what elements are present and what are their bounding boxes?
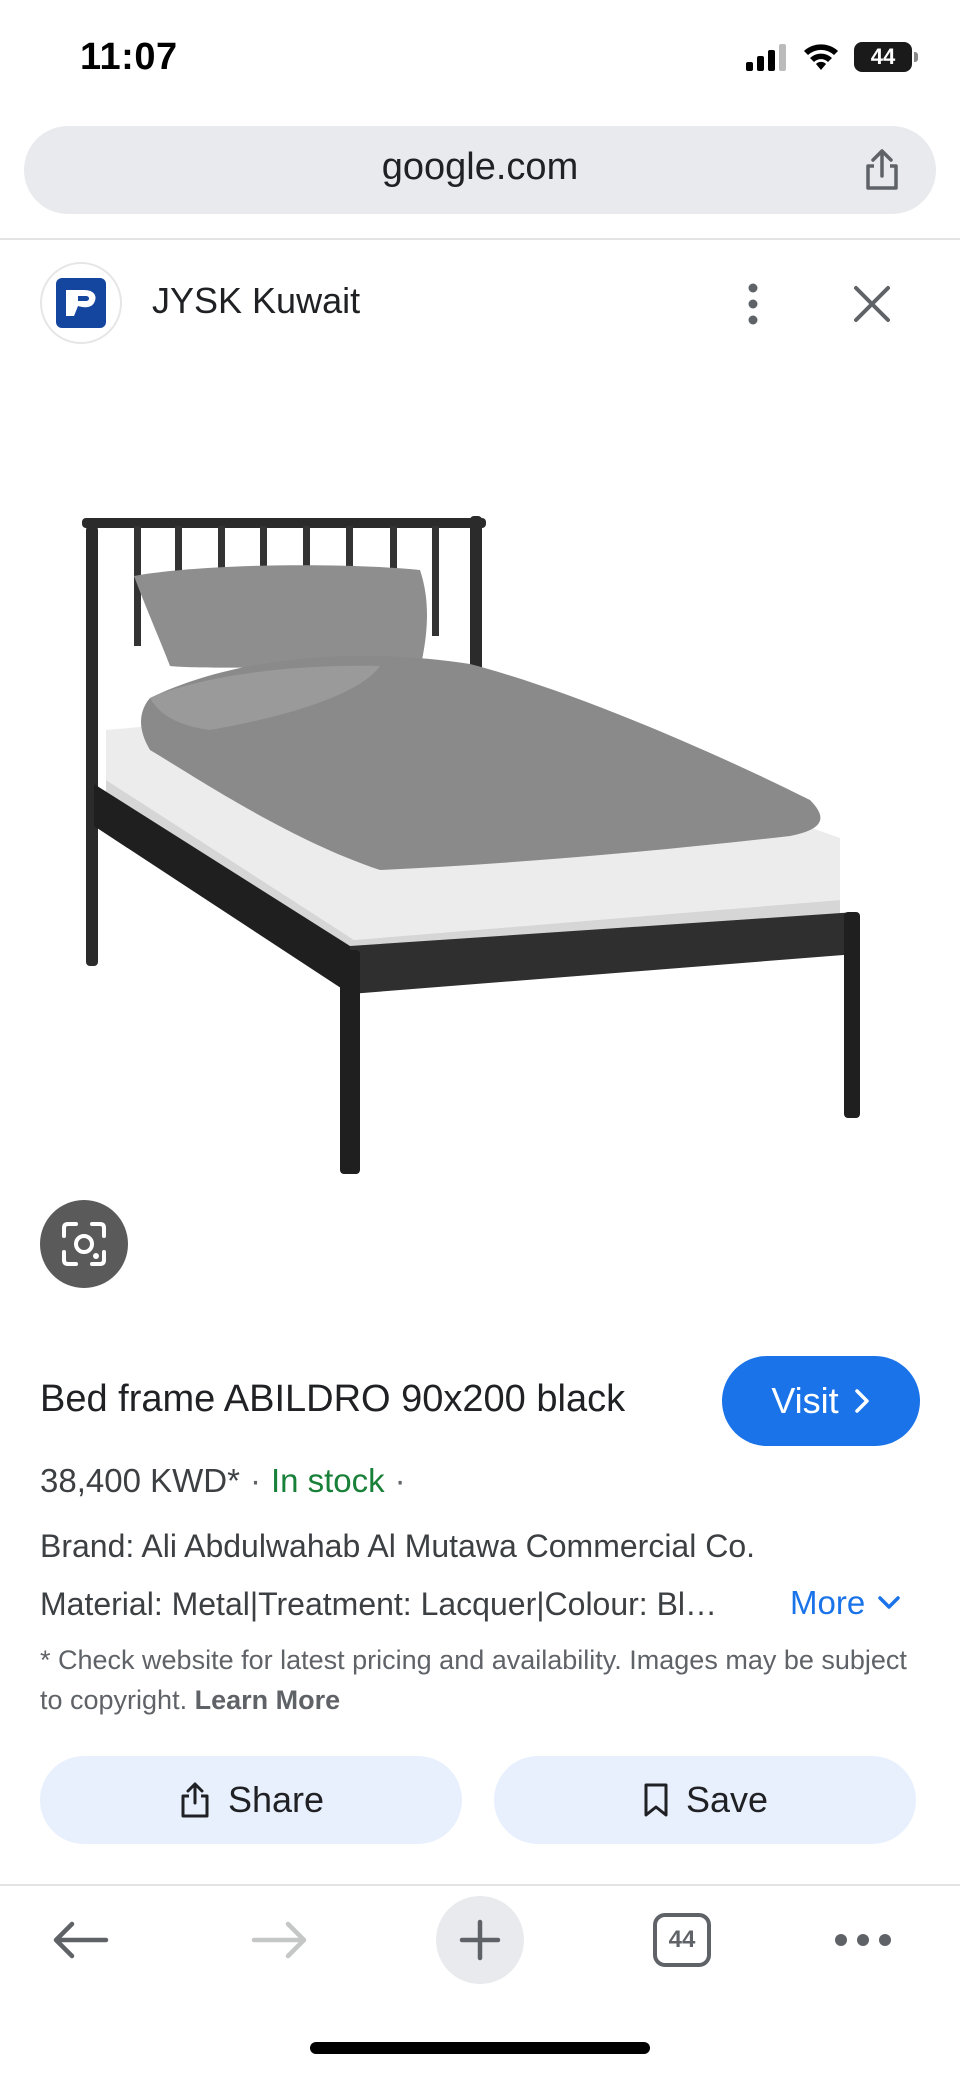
more-horiz-icon [835, 1934, 891, 1946]
lens-button[interactable] [40, 1200, 128, 1288]
material-text: Material: Metal|Treatment: Lacquer|Colou… [40, 1586, 730, 1622]
address-bar[interactable]: google.com [24, 126, 936, 214]
share-button[interactable]: Share [40, 1756, 462, 1844]
tab-switcher-button[interactable]: 44 [646, 1900, 718, 1980]
more-button[interactable]: More [790, 1584, 901, 1622]
new-tab-button[interactable] [436, 1896, 524, 1984]
site-logo [40, 262, 122, 344]
back-button[interactable] [40, 1900, 120, 1980]
disclaimer-text: * Check website for latest pricing and a… [40, 1645, 907, 1715]
separator-dot: · [394, 1462, 406, 1499]
share-label: Share [227, 1779, 325, 1820]
lens-icon [62, 1222, 106, 1266]
save-label: Save [685, 1779, 769, 1820]
share-icon[interactable] [858, 146, 906, 194]
status-time: 11:07 [80, 36, 178, 78]
visit-label: Visit [771, 1380, 839, 1421]
more-label: More [790, 1584, 866, 1621]
home-indicator [310, 2042, 650, 2054]
chevron-down-icon [878, 1596, 900, 1609]
menu-button[interactable] [828, 1900, 898, 1980]
forward-button[interactable] [240, 1900, 320, 1980]
site-name: JYSK Kuwait [152, 280, 361, 321]
bookmark-icon [644, 1783, 668, 1817]
separator-dot: · [249, 1462, 261, 1499]
learn-more-link[interactable]: Learn More [195, 1685, 341, 1715]
battery-level: 44 [870, 44, 896, 69]
url-text[interactable]: google.com [24, 146, 936, 189]
arrow-right-icon [251, 1921, 307, 1959]
visit-button[interactable]: Visit [722, 1356, 920, 1446]
save-button[interactable]: Save [494, 1756, 916, 1844]
product-image [82, 516, 860, 1174]
stock-status: In stock [270, 1462, 385, 1499]
share-icon [181, 1782, 209, 1818]
price: 38,400 KWD* [40, 1462, 240, 1499]
more-vert-icon[interactable] [738, 280, 768, 328]
battery-icon: 44 [854, 42, 918, 72]
divider [0, 238, 960, 240]
plus-icon [459, 1919, 501, 1961]
chevron-right-icon [854, 1389, 869, 1413]
wifi-icon [804, 44, 838, 70]
arrow-left-icon [53, 1921, 109, 1959]
status-icons: 44 [744, 42, 918, 72]
product-title[interactable]: Bed frame ABILDRO 90x200 black [40, 1378, 625, 1421]
tab-count: 44 [653, 1913, 711, 1967]
price-row: 38,400 KWD* · In stock · [40, 1462, 416, 1500]
jysk-logo-icon [56, 278, 106, 328]
disclaimer: * Check website for latest pricing and a… [40, 1640, 920, 1720]
close-icon[interactable] [848, 280, 896, 328]
brand-text: Brand: Ali Abdulwahab Al Mutawa Commerci… [40, 1528, 756, 1564]
cellular-signal-icon [746, 44, 786, 71]
status-bar: 11:07 44 [0, 0, 960, 120]
divider [0, 1884, 960, 1886]
